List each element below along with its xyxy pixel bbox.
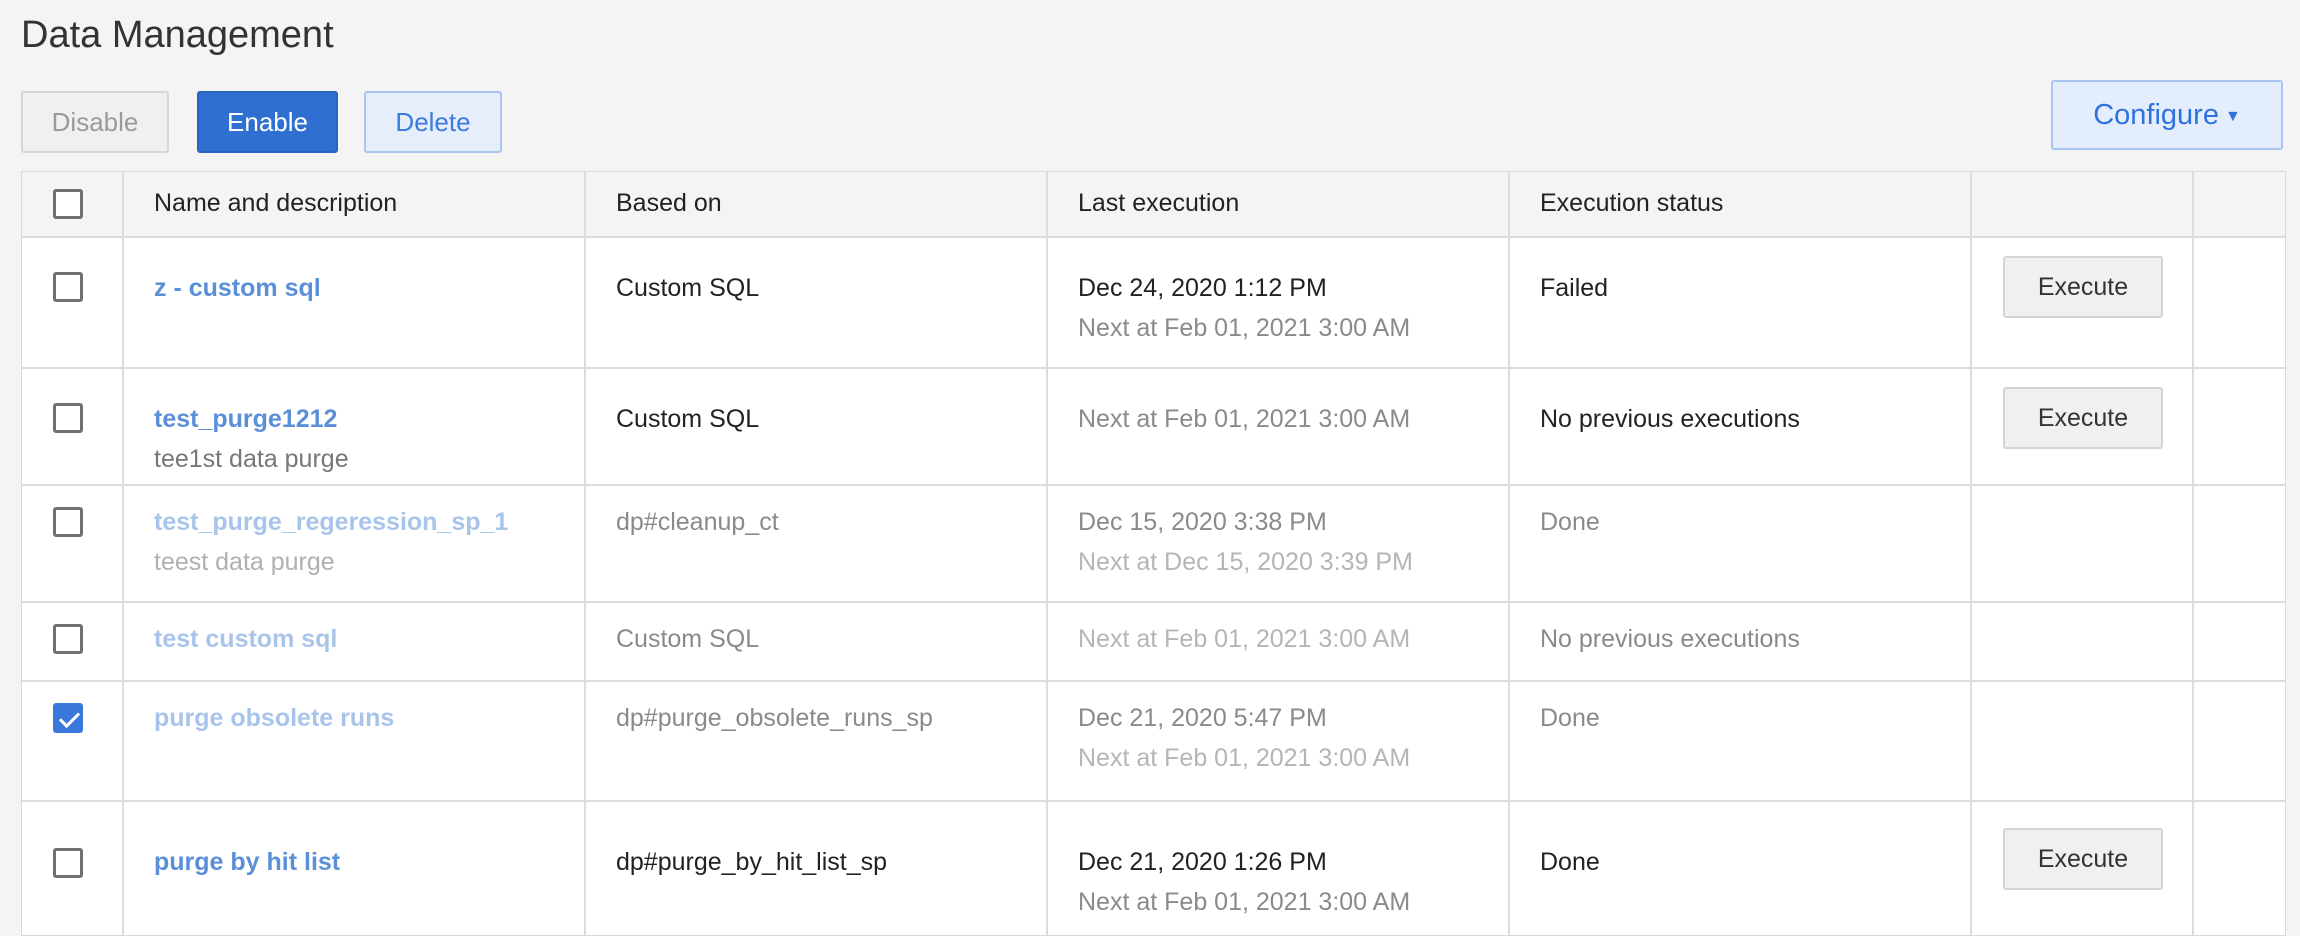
row-execution-status: No previous executions — [1540, 405, 1800, 433]
data-purge-table: Name and description Based on Last execu… — [21, 171, 2286, 936]
table-header-row: Name and description Based on Last execu… — [22, 172, 2285, 238]
configure-label: Configure — [2093, 98, 2219, 131]
row-name-link[interactable]: test_purge1212 — [154, 405, 337, 434]
row-description: tee1st data purge — [154, 445, 349, 473]
row-checkbox[interactable] — [53, 272, 83, 302]
row-based-on: Custom SQL — [616, 625, 760, 653]
row-execution-status: Done — [1540, 508, 1600, 536]
delete-button[interactable]: Delete — [364, 91, 502, 153]
table-row: purge by hit list dp#purge_by_hit_list_sp… — [22, 802, 2285, 935]
row-based-on: Custom SQL — [616, 274, 760, 302]
row-based-on: dp#cleanup_ct — [616, 508, 779, 536]
row-checkbox[interactable] — [53, 624, 83, 654]
next-execution-time: Next at Feb 01, 2021 3:00 AM — [1078, 888, 1411, 916]
next-execution-time: Next at Dec 15, 2020 3:39 PM — [1078, 548, 1413, 576]
enable-button[interactable]: Enable — [197, 91, 338, 153]
column-header-name: Name and description — [154, 189, 398, 217]
last-execution-time: Dec 21, 2020 1:26 PM — [1078, 848, 1327, 876]
row-checkbox[interactable] — [53, 848, 83, 878]
table-row: test custom sql Custom SQL Next at Feb 01,… — [22, 603, 2285, 682]
execute-button[interactable]: Execute — [2003, 828, 2163, 890]
execute-button[interactable]: Execute — [2003, 256, 2163, 318]
table-row: test_purge_regeression_sp_1teest data pu… — [22, 486, 2285, 603]
row-name-link[interactable]: test custom sql — [154, 625, 337, 654]
next-execution-time: Next at Feb 01, 2021 3:00 AM — [1078, 744, 1411, 772]
column-header-based-on: Based on — [616, 189, 722, 217]
next-execution-time: Next at Feb 01, 2021 3:00 AM — [1078, 314, 1411, 342]
row-execution-status: Done — [1540, 704, 1600, 732]
next-execution-time: Next at Feb 01, 2021 3:00 AM — [1078, 405, 1411, 433]
table-row: purge obsolete runs dp#purge_obsolete_run… — [22, 682, 2285, 802]
row-execution-status: Done — [1540, 848, 1600, 876]
row-name-link[interactable]: test_purge_regeression_sp_1 — [154, 508, 508, 537]
row-based-on: Custom SQL — [616, 405, 760, 433]
column-header-extra — [2194, 172, 2285, 236]
row-checkbox[interactable] — [53, 703, 83, 733]
row-name-link[interactable]: z - custom sql — [154, 274, 321, 303]
column-header-execution-status: Execution status — [1540, 189, 1724, 217]
table-row: test_purge1212 tee1st data purge Custom SQ… — [22, 369, 2285, 486]
column-header-actions — [1972, 172, 2194, 236]
row-name-link[interactable]: purge obsolete runs — [154, 704, 394, 733]
row-execution-status: Failed — [1540, 274, 1609, 302]
next-execution-time: Next at Feb 01, 2021 3:00 AM — [1078, 625, 1411, 653]
table-row: z - custom sql Custom SQL Dec 24, 2020 1:1… — [22, 238, 2285, 369]
execute-button[interactable]: Execute — [2003, 387, 2163, 449]
row-description: teest data purge — [154, 548, 335, 576]
page-title: Data Management — [21, 14, 334, 56]
select-all-checkbox[interactable] — [53, 189, 83, 219]
row-execution-status: No previous executions — [1540, 625, 1800, 653]
row-checkbox[interactable] — [53, 507, 83, 537]
last-execution-time: Dec 24, 2020 1:12 PM — [1078, 274, 1327, 302]
row-checkbox[interactable] — [53, 403, 83, 433]
configure-dropdown-button[interactable]: Configure ▼ — [2051, 80, 2283, 150]
row-based-on: dp#purge_obsolete_runs_sp — [616, 704, 933, 732]
row-based-on: dp#purge_by_hit_list_sp — [616, 848, 888, 876]
caret-down-icon: ▼ — [2224, 108, 2241, 125]
row-name-link[interactable]: purge by hit list — [154, 848, 340, 877]
disable-button[interactable]: Disable — [21, 91, 169, 153]
last-execution-time: Dec 15, 2020 3:38 PM — [1078, 508, 1327, 536]
column-header-last-execution: Last execution — [1078, 189, 1240, 217]
last-execution-time: Dec 21, 2020 5:47 PM — [1078, 704, 1327, 732]
